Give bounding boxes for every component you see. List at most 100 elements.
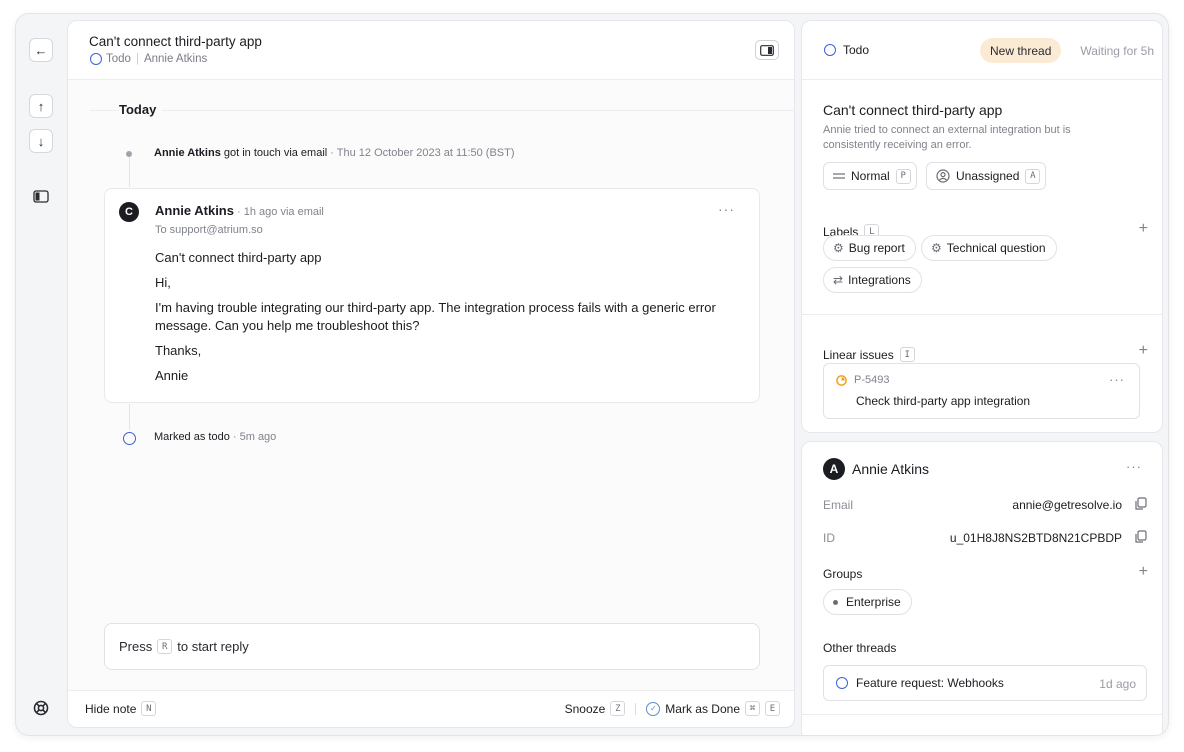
status-label: Todo: [843, 43, 870, 57]
message-subject: Can't connect third-party app: [155, 250, 322, 265]
other-thread-title: Feature request: Webhooks: [856, 676, 1004, 690]
priority-selector[interactable]: Normal P: [823, 162, 917, 190]
snooze-button[interactable]: Snooze: [565, 702, 606, 716]
message-author-name: Annie Atkins: [155, 203, 234, 218]
hide-note-shortcut: N: [141, 701, 157, 716]
issue-title: Check third-party app integration: [856, 394, 1031, 408]
in-progress-icon: [836, 374, 847, 386]
todo-status-icon: [90, 53, 102, 65]
section-divider: [802, 314, 1162, 315]
status-event-label: Marked as todo: [154, 431, 230, 443]
thread-meta: Todo | Annie Atkins: [90, 53, 207, 65]
reply-suffix: to start reply: [177, 639, 249, 654]
label-technical-question[interactable]: ⚙ Technical question: [921, 235, 1057, 261]
user-circle-icon: [936, 169, 950, 183]
message-body: Can't connect third-party app Hi, I'm ha…: [155, 249, 735, 392]
issue-id: P-5493: [836, 374, 889, 386]
event-time: · Thu 12 October 2023 at 11:50 (BST): [327, 147, 515, 159]
label-text: Technical question: [946, 241, 1046, 255]
toggle-details-panel-button[interactable]: [755, 40, 779, 60]
mark-done-shortcut-key: E: [765, 701, 780, 716]
section-divider: [802, 714, 1162, 715]
avatar: A: [823, 458, 845, 480]
assignee-selector[interactable]: Unassigned A: [926, 162, 1047, 190]
id-label: ID: [823, 531, 835, 545]
other-thread-item[interactable]: Feature request: Webhooks 1d ago: [823, 665, 1147, 701]
meta-separator: |: [135, 53, 139, 65]
thread-details-panel: Todo New thread Waiting for 5h Can't con…: [801, 20, 1163, 433]
snooze-shortcut: Z: [610, 701, 626, 716]
reply-input[interactable]: Press R to start reply: [104, 623, 760, 670]
status-event-time: · 5m ago: [229, 431, 277, 443]
customer-id: u_01H8J8NS2BTD8N21CPBDP: [949, 531, 1122, 545]
conversation-panel: Can't connect third-party app Todo | Ann…: [67, 20, 795, 728]
groups-heading: Groups: [823, 567, 863, 581]
app-window: ← ↑ ↓ Can't connect third-party app Todo: [15, 13, 1169, 736]
email-label: Email: [823, 498, 854, 512]
sidebar-icon: [33, 189, 49, 203]
back-button[interactable]: ←: [29, 38, 53, 62]
group-badge[interactable]: Enterprise: [823, 589, 912, 615]
message-greeting: Hi,: [155, 275, 171, 290]
copy-icon[interactable]: [1134, 497, 1148, 511]
label-integrations[interactable]: ⇄ Integrations: [823, 267, 922, 293]
todo-status-icon: [123, 432, 136, 445]
issue-id-text: P-5493: [854, 374, 890, 386]
customer-panel: A Annie Atkins ··· Email annie@getresolv…: [801, 441, 1163, 735]
customer-more-icon[interactable]: ···: [1126, 459, 1142, 474]
todo-status-icon: [824, 44, 836, 56]
toggle-sidebar-button[interactable]: [29, 184, 53, 208]
footer-actions: Snooze Z ✓ Mark as Done ⌘ E: [565, 701, 780, 716]
customer-name: Annie Atkins: [852, 461, 930, 477]
arrow-down-icon: ↓: [37, 133, 45, 149]
conversation-footer: Hide note N Snooze Z ✓ Mark as Done ⌘ E: [68, 690, 794, 727]
priority-shortcut: P: [895, 168, 911, 184]
message-recipient: To support@atrium.so: [155, 224, 263, 236]
linear-shortcut: I: [899, 347, 915, 362]
day-divider: [90, 110, 794, 111]
priority-icon: [833, 173, 845, 179]
add-linear-issue-button[interactable]: +: [1139, 342, 1148, 360]
message-more-icon[interactable]: ···: [718, 201, 735, 217]
copy-icon[interactable]: [1134, 530, 1148, 544]
linear-issue-card[interactable]: P-5493 Check third-party app integration…: [823, 363, 1140, 419]
assignee-label: Unassigned: [956, 169, 1020, 183]
linear-heading-text: Linear issues: [823, 347, 894, 362]
other-thread-title-wrap: Feature request: Webhooks: [836, 676, 1004, 690]
label-bug-report[interactable]: ⚙ Bug report: [823, 235, 916, 261]
timeline-connector: [129, 404, 130, 430]
status-selector[interactable]: Todo: [824, 43, 869, 57]
lifebuoy-icon: [33, 700, 49, 716]
contact-event: Annie Atkins got in touch via email · Th…: [154, 147, 515, 159]
label-text: Integrations: [848, 273, 911, 287]
message-author: Annie Atkins · 1h ago via email: [155, 203, 324, 218]
reply-prefix: Press: [119, 639, 153, 654]
add-label-button[interactable]: +: [1139, 220, 1148, 238]
arrow-left-icon: ←: [34, 42, 48, 58]
thread-status: Todo: [106, 53, 131, 65]
message-signature: Annie: [155, 368, 189, 383]
event-action: got in touch via email: [220, 147, 328, 159]
group-dot: [833, 599, 838, 605]
timeline-connector: [129, 157, 130, 187]
previous-thread-button[interactable]: ↑: [29, 94, 53, 118]
issue-more-icon[interactable]: ···: [1109, 372, 1125, 387]
event-dot: [126, 151, 132, 157]
priority-label: Normal: [851, 169, 890, 183]
waiting-time: Waiting for 5h: [1080, 44, 1154, 58]
email-message: C Annie Atkins · 1h ago via email To sup…: [104, 188, 760, 403]
thread-summary: Annie tried to connect an external integ…: [823, 124, 1071, 151]
help-button[interactable]: [29, 696, 53, 720]
linear-issues-heading: Linear issues I: [823, 347, 915, 362]
other-thread-time: 1d ago: [1099, 677, 1136, 691]
thread-customer: Annie Atkins: [143, 53, 208, 65]
assignee-shortcut: A: [1025, 168, 1041, 184]
hide-note-button[interactable]: Hide note N: [85, 701, 157, 716]
customer-email: annie@getresolve.io: [1012, 498, 1122, 512]
add-group-button[interactable]: +: [1139, 563, 1148, 581]
route-icon: ⇄: [833, 273, 844, 287]
chip-icon: ⚙: [931, 241, 942, 255]
next-thread-button[interactable]: ↓: [29, 129, 53, 153]
hide-note-label: Hide note: [85, 701, 137, 716]
mark-done-button[interactable]: Mark as Done: [665, 702, 740, 716]
